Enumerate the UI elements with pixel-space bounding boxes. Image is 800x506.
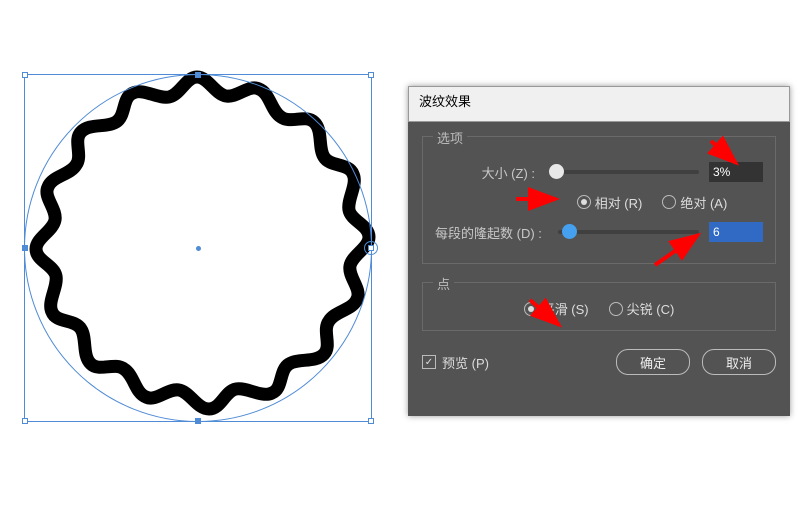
relative-radio[interactable]: 相对 (R) [577, 193, 643, 212]
resize-handle-tr[interactable] [368, 72, 374, 78]
ok-button[interactable]: 确定 [616, 349, 690, 375]
direction-widget-right[interactable] [364, 241, 378, 255]
absolute-radio-label: 绝对 (A) [680, 193, 727, 212]
dialog-title[interactable]: 波纹效果 [408, 86, 790, 122]
point-legend: 点 [433, 274, 454, 293]
canvas-area [12, 64, 382, 434]
ridges-slider-thumb[interactable] [562, 224, 577, 239]
corner-radio-label: 尖锐 (C) [627, 299, 675, 318]
corner-radio[interactable]: 尖锐 (C) [609, 299, 675, 318]
size-slider[interactable] [551, 170, 699, 174]
size-input[interactable] [709, 162, 763, 182]
ridges-input[interactable] [709, 222, 763, 242]
resize-handle-bl[interactable] [22, 418, 28, 424]
relative-radio-label: 相对 (R) [595, 193, 643, 212]
options-group: 选项 大小 (Z) : 相对 (R) 绝对 (A) [422, 136, 776, 264]
size-slider-thumb[interactable] [549, 164, 564, 179]
smooth-radio-label: 平滑 (S) [542, 299, 589, 318]
anchor-top[interactable] [195, 72, 200, 77]
radio-dot-icon [662, 195, 676, 209]
point-group: 点 平滑 (S) 尖锐 (C) [422, 282, 776, 331]
smooth-radio[interactable]: 平滑 (S) [524, 299, 589, 318]
size-label: 大小 (Z) : [435, 163, 541, 182]
resize-handle-tl[interactable] [22, 72, 28, 78]
radio-dot-icon [524, 302, 538, 316]
anchor-bottom[interactable] [195, 418, 200, 423]
radio-dot-icon [609, 302, 623, 316]
resize-handle-br[interactable] [368, 418, 374, 424]
center-point [196, 246, 201, 251]
options-legend: 选项 [433, 128, 467, 147]
absolute-radio[interactable]: 绝对 (A) [662, 193, 727, 212]
ridges-label: 每段的隆起数 (D) : [435, 223, 548, 242]
zigzag-dialog: 波纹效果 选项 大小 (Z) : 相对 (R) [408, 86, 790, 416]
cancel-button[interactable]: 取消 [702, 349, 776, 375]
selection-bounding-box[interactable] [24, 74, 372, 422]
radio-dot-icon [577, 195, 591, 209]
ridges-slider[interactable] [558, 230, 699, 234]
anchor-left[interactable] [22, 245, 27, 250]
preview-checkbox[interactable]: ✓ 预览 (P) [422, 353, 489, 372]
preview-label: 预览 (P) [442, 353, 489, 372]
checkbox-icon: ✓ [422, 355, 436, 369]
